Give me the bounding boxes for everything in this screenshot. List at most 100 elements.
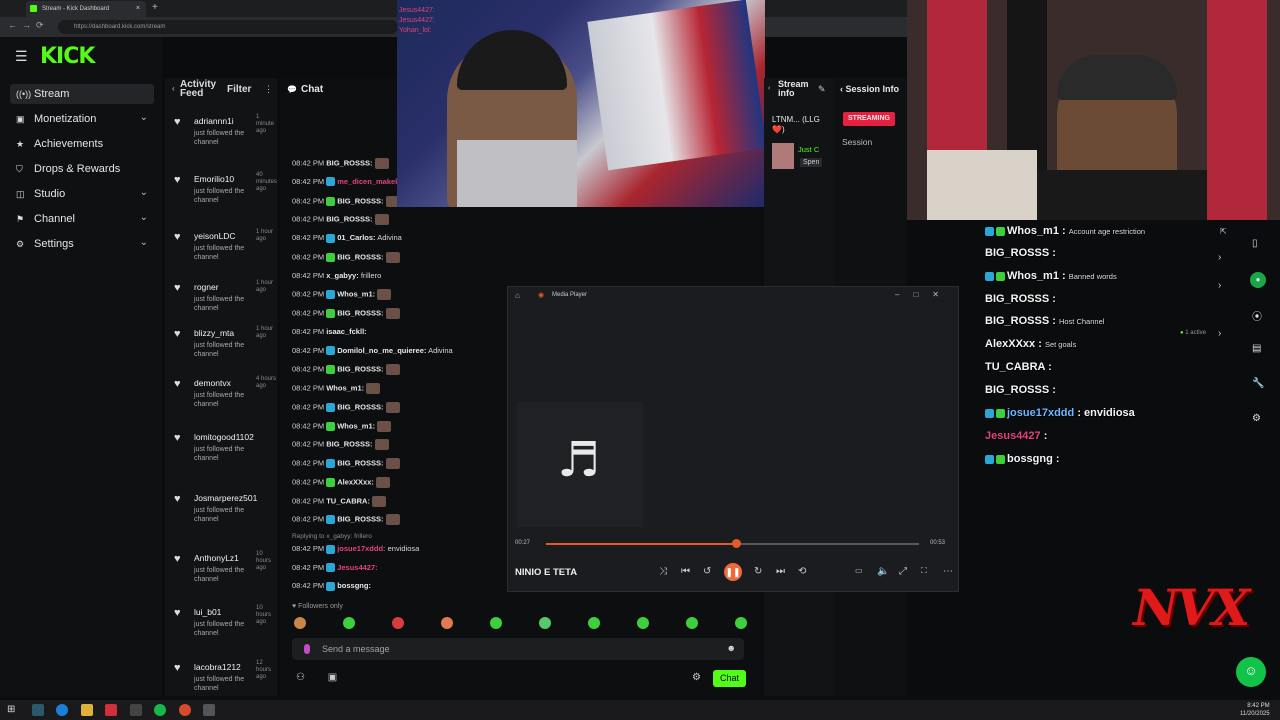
previous-track-icon[interactable]: ⏮ [681,566,690,577]
taskbar-app-icon[interactable] [32,704,44,716]
hamburger-menu-icon[interactable]: ☰ [15,48,28,65]
chat-gift-icon[interactable]: ▣ [328,672,337,683]
forward-icon[interactable]: → [22,20,31,30]
chat-message-input[interactable]: Send a message ☻ [292,638,744,660]
emote-shortcut-icon[interactable] [686,617,698,629]
sidebar-item-drops-rewards[interactable]: ⛉ Drops & Rewards [10,159,154,179]
emote-shortcut-icon[interactable] [539,617,551,629]
forward-30-icon[interactable]: ↻ [754,566,762,577]
chevron-down-icon[interactable]: ⌄ [140,112,148,123]
chat-username[interactable]: 01_Carlos: [337,233,375,242]
volume-icon[interactable]: 🔈 [877,566,889,577]
fullscreen-icon[interactable]: ⛶ [921,566,927,576]
sidebar-item-stream[interactable]: ((•)) Stream [10,84,154,104]
edit-pencil-icon[interactable]: ✎ [818,84,826,95]
repeat-icon[interactable]: ⟲ [798,566,806,577]
emote-shortcut-icon[interactable] [637,617,649,629]
chat-username[interactable]: BIG_ROSSS: [337,196,383,205]
category-name[interactable]: Just C [798,145,819,154]
media-player-home-icon[interactable]: ⌂ [515,291,520,300]
sidebar-item-settings[interactable]: ⚙ Settings ⌄ [10,234,154,254]
popout-icon[interactable]: ⇱ [1220,227,1227,236]
chat-username[interactable]: BIG_ROSSS: [337,365,383,374]
browser-tab[interactable]: Stream - Kick Dashboard × [26,1,146,17]
chat-bubble-icon[interactable]: ● [1250,272,1266,288]
media-player-taskbar-icon[interactable] [203,704,215,716]
chat-settings-gear-icon[interactable]: ⚙ [692,672,701,683]
broadcast-icon[interactable]: ⦿ [1252,308,1262,323]
emoji-picker-icon[interactable]: ☻ [727,643,736,653]
follower-name[interactable]: lacobra1212 [194,662,241,672]
back-icon[interactable]: ← [8,20,17,30]
tab-close-icon[interactable]: × [136,5,140,12]
chat-username[interactable]: me_dicen_makeke [337,177,403,186]
follower-name[interactable]: blizzy_mta [194,328,234,338]
chat-username[interactable]: x_gabyy: [326,271,359,280]
chat-username[interactable]: BIG_ROSSS: [326,215,372,224]
chat-send-button[interactable]: Chat [713,670,746,687]
more-options-icon[interactable]: ⋯ [943,566,953,577]
chat-username[interactable]: isaac_fckll: [326,327,366,336]
chat-username[interactable]: BIG_ROSSS: [337,402,383,411]
sidebar-item-studio[interactable]: ◫ Studio ⌄ [10,184,154,204]
layout-icon[interactable]: ▤ [1252,343,1261,354]
chevron-right-icon[interactable]: › [1218,252,1221,263]
shuffle-icon[interactable]: ⤨ [659,566,667,577]
sidebar-item-achievements[interactable]: ★ Achievements [10,134,154,154]
edge-icon[interactable] [56,704,68,716]
cast-icon[interactable]: ⤢ [899,566,907,577]
sidebar-item-monetization[interactable]: ▣ Monetization ⌄ [10,109,154,129]
emote-shortcut-icon[interactable] [343,617,355,629]
kick-logo[interactable]: KICK [40,44,95,69]
chat-username[interactable]: BIG_ROSSS: [337,458,383,467]
pause-button[interactable]: ❚❚ [724,563,742,581]
emote-shortcut-icon[interactable] [294,617,306,629]
mini-player-icon[interactable]: ▭ [855,566,863,575]
chat-username[interactable]: bossgng: [337,581,371,590]
phone-icon[interactable]: ▯ [1252,238,1258,249]
follower-name[interactable]: AnthonyLz1 [194,553,239,563]
chat-username[interactable]: josue17xddd: [337,544,385,553]
chrome-icon[interactable] [179,704,191,716]
follower-name[interactable]: adriannn1i [194,116,234,126]
wrench-icon[interactable]: 🔧 [1252,378,1264,389]
follower-name[interactable]: Josmarperez501 [194,493,257,503]
chat-username[interactable]: Whos_m1: [337,421,375,430]
follower-name[interactable]: demontvx [194,378,231,388]
maximize-icon[interactable]: □ [913,290,932,299]
url-field[interactable]: https://dashboard.kick.com/stream [58,20,398,34]
spotify-icon[interactable] [154,704,166,716]
emote-shortcut-icon[interactable] [441,617,453,629]
chat-username[interactable]: AlexXXxx: [337,477,374,486]
chevron-down-icon[interactable]: ⌄ [140,187,148,198]
settings-gear-icon[interactable]: ⚙ [1252,413,1261,424]
chat-username[interactable]: BIG_ROSSS: [326,158,372,167]
chat-username[interactable]: BIG_ROSSS: [337,308,383,317]
chat-mod-icon[interactable]: ⚇ [296,672,305,683]
emote-shortcut-icon[interactable] [490,617,502,629]
chat-username[interactable]: Domilol_no_me_quieree: [337,346,426,355]
chat-username[interactable]: TU_CABRA: [326,496,370,505]
rewind-10-icon[interactable]: ↺ [703,566,711,577]
minimize-icon[interactable]: – [895,290,913,299]
chevron-down-icon[interactable]: ⌄ [140,212,148,223]
chevron-down-icon[interactable]: ⌄ [140,237,148,248]
taskbar-app-icon[interactable] [105,704,117,716]
stream-info-back-icon[interactable]: ‹ [768,85,770,92]
taskbar-app-icon[interactable] [130,704,142,716]
close-icon[interactable]: ✕ [932,290,953,299]
windows-start-icon[interactable]: ⊞ [7,704,19,716]
chat-username[interactable]: Whos_m1: [326,383,364,392]
chevron-right-icon[interactable]: › [1218,280,1221,291]
chat-username[interactable]: Whos_m1: [337,290,375,299]
follower-name[interactable]: yeisonLDC [194,231,236,241]
emote-shortcut-icon[interactable] [392,617,404,629]
support-chat-button[interactable]: ☺ [1236,657,1266,687]
chat-username[interactable]: BIG_ROSSS: [337,252,383,261]
follower-name[interactable]: lui_b01 [194,607,221,617]
chevron-right-icon[interactable]: › [1218,328,1221,339]
chat-username[interactable]: Jesus4427: [337,563,377,572]
next-track-icon[interactable]: ⏭ [776,566,785,577]
chat-username[interactable]: BIG_ROSSS: [326,440,372,449]
reload-icon[interactable]: ⟳ [36,20,44,31]
